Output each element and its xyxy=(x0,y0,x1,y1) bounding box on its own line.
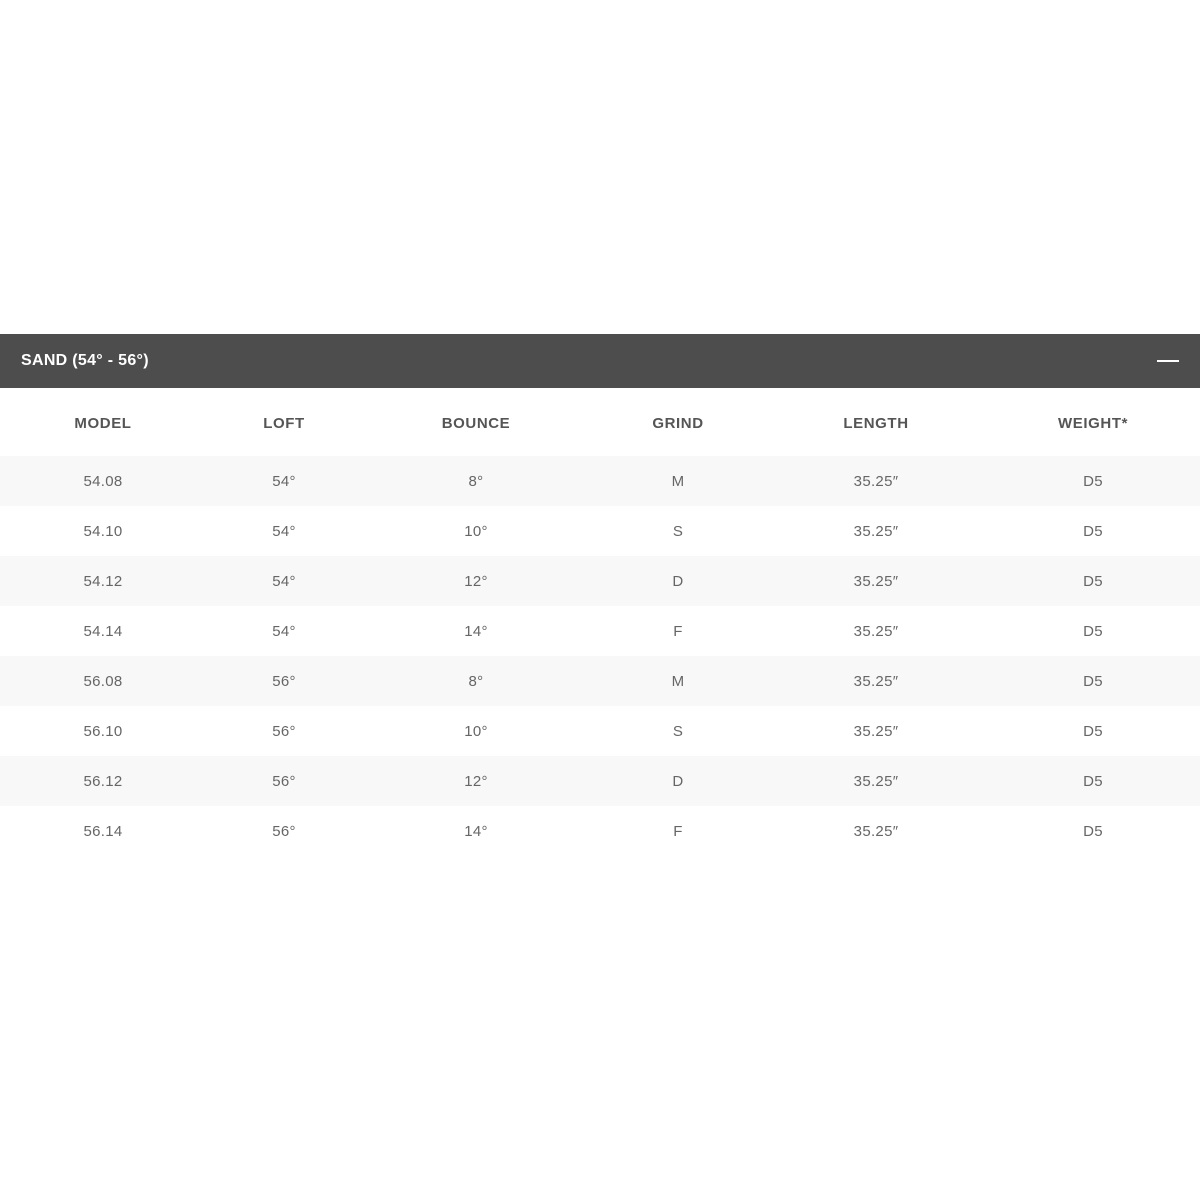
cell-model: 54.08 xyxy=(83,472,123,490)
cell-model: 56.08 xyxy=(83,672,123,690)
column-header-model: MODEL xyxy=(74,414,132,432)
cell-weight: D5 xyxy=(1083,622,1103,640)
cell-weight: D5 xyxy=(1083,672,1103,690)
accordion-header[interactable]: SAND (54° - 56°) xyxy=(0,334,1200,388)
cell-bounce: 12° xyxy=(464,572,488,590)
cell-loft: 54° xyxy=(272,472,296,490)
cell-loft: 56° xyxy=(272,722,296,740)
column-header-weight: WEIGHT* xyxy=(1057,414,1129,432)
cell-grind: M xyxy=(671,672,685,690)
cell-length: 35.25″ xyxy=(853,522,899,540)
cell-model: 54.14 xyxy=(83,622,123,640)
table-row: 54.14 54° 14° F 35.25″ D5 xyxy=(0,606,1200,656)
cell-bounce: 10° xyxy=(464,722,488,740)
cell-length: 35.25″ xyxy=(853,572,899,590)
cell-loft: 56° xyxy=(272,822,296,840)
cell-grind: S xyxy=(672,522,684,540)
specs-table: MODEL LOFT BOUNCE GRIND LENGTH WEIGHT* 5… xyxy=(0,388,1200,856)
cell-grind: M xyxy=(671,472,685,490)
cell-bounce: 10° xyxy=(464,522,488,540)
sand-accordion: SAND (54° - 56°) MODEL LOFT BOUNCE GRIND… xyxy=(0,334,1200,856)
cell-weight: D5 xyxy=(1083,572,1103,590)
table-row: 56.14 56° 14° F 35.25″ D5 xyxy=(0,806,1200,856)
cell-length: 35.25″ xyxy=(853,722,899,740)
cell-model: 56.10 xyxy=(83,722,123,740)
accordion-title: SAND (54° - 56°) xyxy=(21,352,149,369)
column-header-length: LENGTH xyxy=(843,414,909,432)
cell-weight: D5 xyxy=(1083,722,1103,740)
cell-length: 35.25″ xyxy=(853,622,899,640)
cell-loft: 56° xyxy=(272,772,296,790)
cell-bounce: 12° xyxy=(464,772,488,790)
cell-length: 35.25″ xyxy=(853,822,899,840)
cell-model: 54.12 xyxy=(83,572,123,590)
table-row: 56.12 56° 12° D 35.25″ D5 xyxy=(0,756,1200,806)
table-row: 56.08 56° 8° M 35.25″ D5 xyxy=(0,656,1200,706)
cell-bounce: 14° xyxy=(464,822,488,840)
cell-model: 56.12 xyxy=(83,772,123,790)
column-header-grind: GRIND xyxy=(652,414,704,432)
table-row: 54.08 54° 8° M 35.25″ D5 xyxy=(0,456,1200,506)
cell-grind: S xyxy=(672,722,684,740)
cell-grind: F xyxy=(673,822,683,840)
cell-weight: D5 xyxy=(1083,522,1103,540)
column-header-loft: LOFT xyxy=(263,414,305,432)
cell-grind: F xyxy=(673,622,683,640)
table-row: 56.10 56° 10° S 35.25″ D5 xyxy=(0,706,1200,756)
cell-grind: D xyxy=(672,772,684,790)
cell-length: 35.25″ xyxy=(853,672,899,690)
column-header-bounce: BOUNCE xyxy=(441,414,511,432)
cell-bounce: 14° xyxy=(464,622,488,640)
cell-loft: 54° xyxy=(272,522,296,540)
cell-weight: D5 xyxy=(1083,772,1103,790)
table-row: 54.10 54° 10° S 35.25″ D5 xyxy=(0,506,1200,556)
table-header-row: MODEL LOFT BOUNCE GRIND LENGTH WEIGHT* xyxy=(0,388,1200,456)
page: SAND (54° - 56°) MODEL LOFT BOUNCE GRIND… xyxy=(0,0,1200,1200)
cell-weight: D5 xyxy=(1083,472,1103,490)
cell-loft: 54° xyxy=(272,572,296,590)
cell-length: 35.25″ xyxy=(853,772,899,790)
cell-model: 54.10 xyxy=(83,522,123,540)
cell-bounce: 8° xyxy=(468,672,484,690)
cell-weight: D5 xyxy=(1083,822,1103,840)
minus-icon[interactable] xyxy=(1157,350,1179,372)
cell-grind: D xyxy=(672,572,684,590)
cell-model: 56.14 xyxy=(83,822,123,840)
cell-bounce: 8° xyxy=(468,472,484,490)
cell-loft: 54° xyxy=(272,622,296,640)
cell-length: 35.25″ xyxy=(853,472,899,490)
cell-loft: 56° xyxy=(272,672,296,690)
table-row: 54.12 54° 12° D 35.25″ D5 xyxy=(0,556,1200,606)
